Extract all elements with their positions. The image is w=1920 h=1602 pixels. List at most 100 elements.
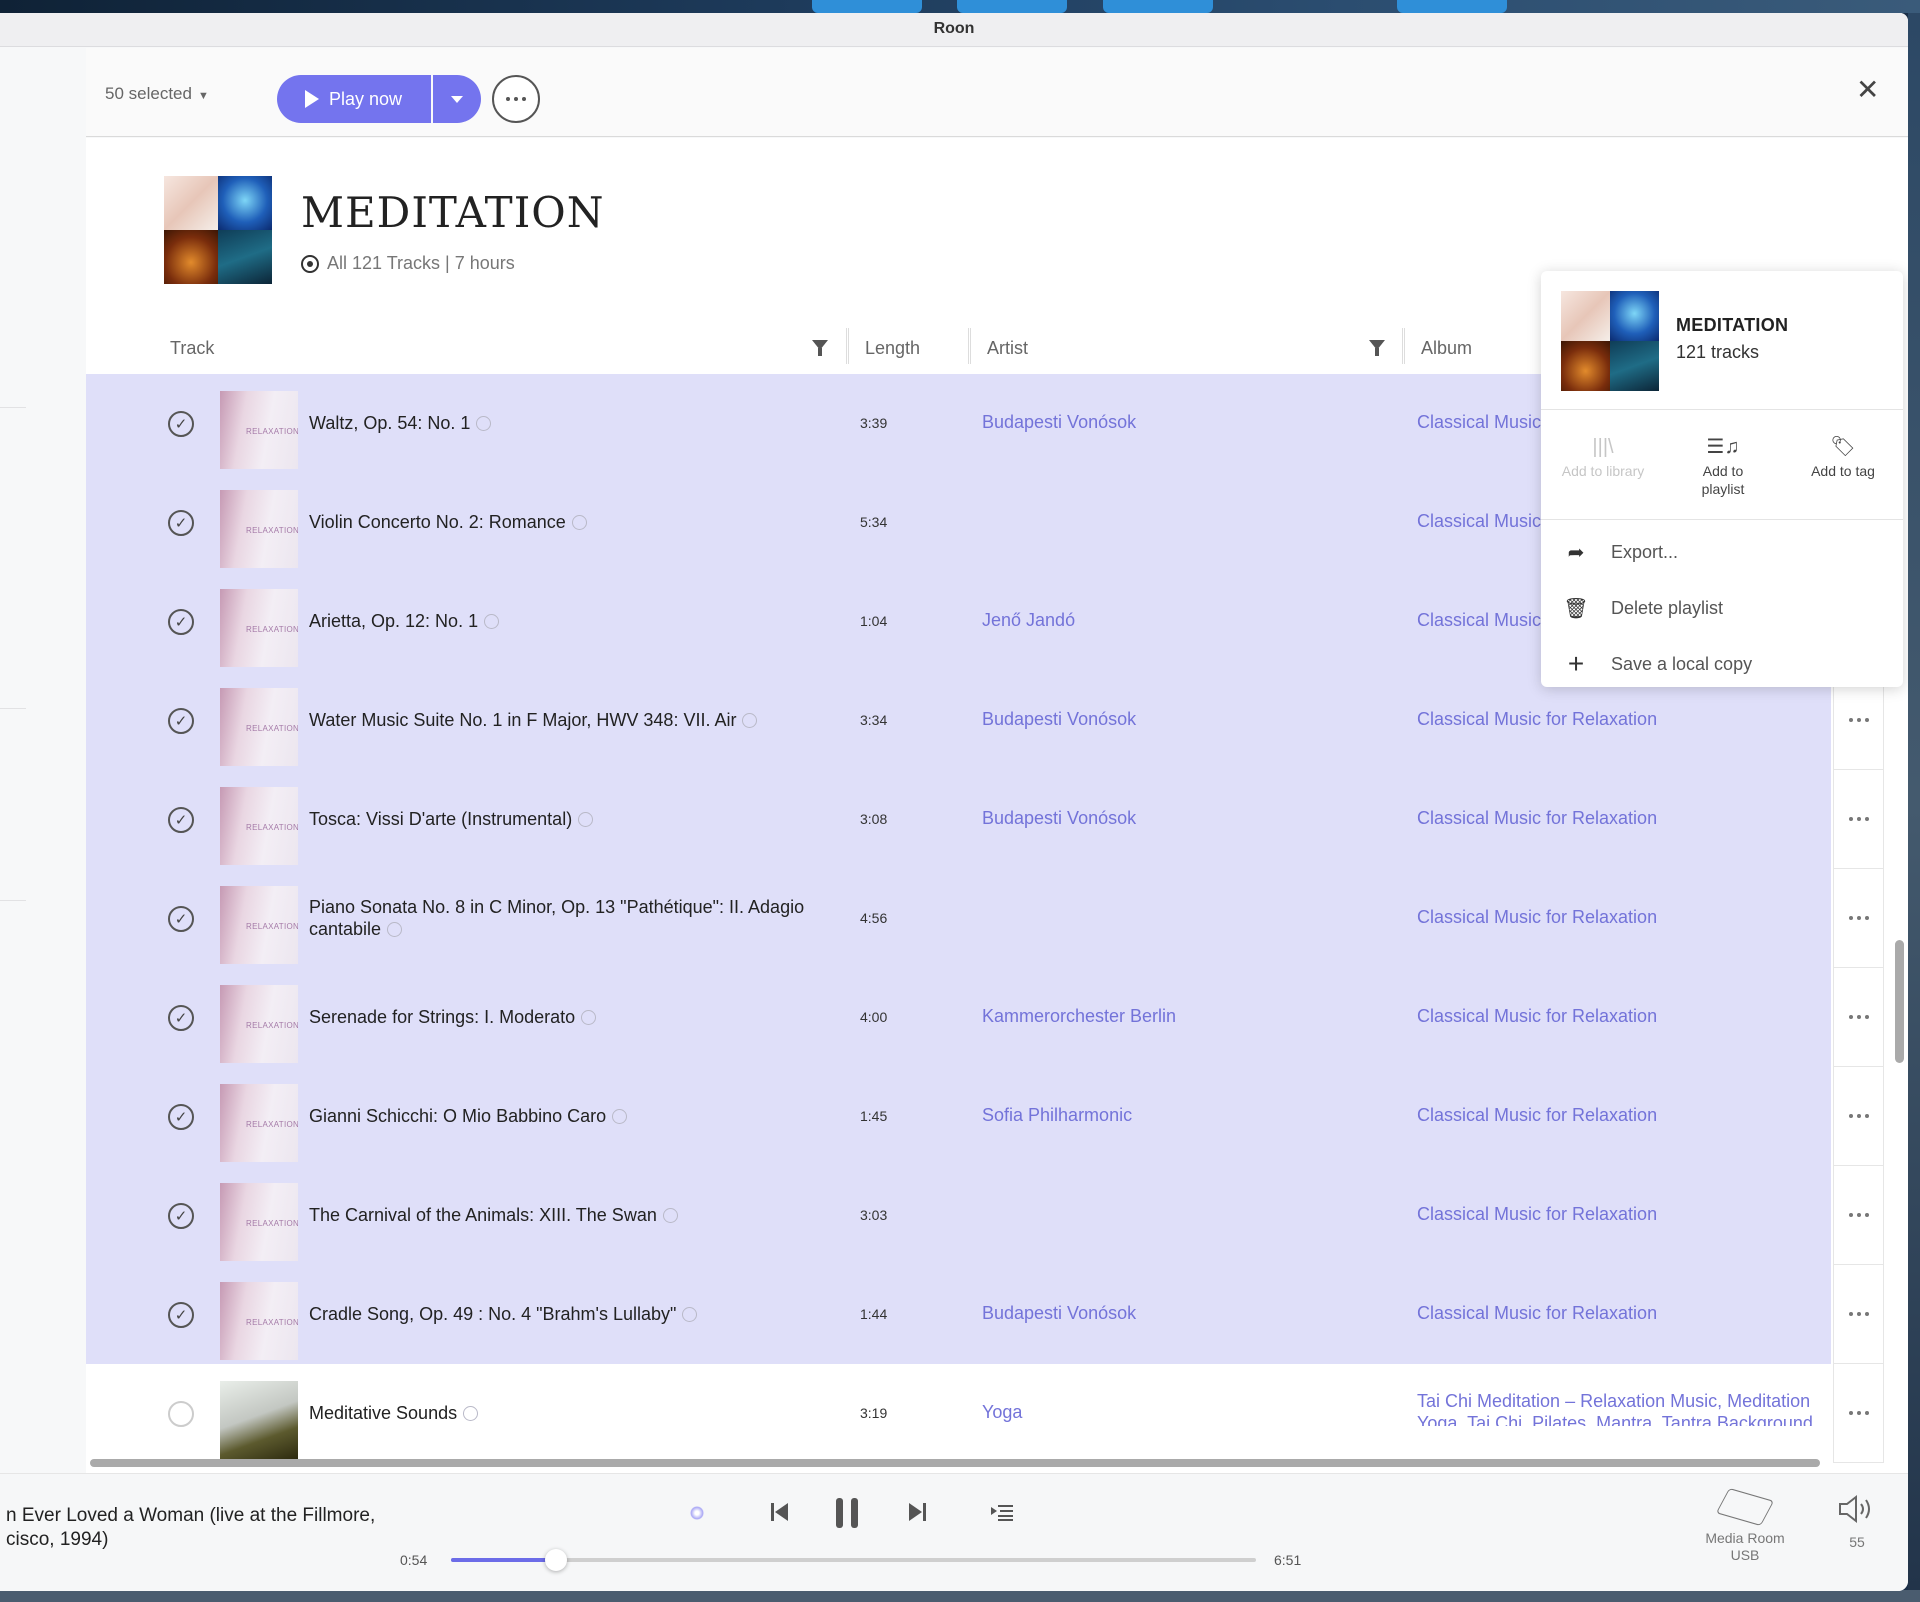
row-more-button[interactable] bbox=[1833, 1364, 1884, 1463]
selection-play-options-button[interactable] bbox=[433, 75, 481, 123]
seek-slider[interactable] bbox=[451, 1549, 1256, 1571]
track-artist-link[interactable]: Budapesti Vonósok bbox=[982, 1303, 1136, 1324]
column-header-album[interactable]: Album bbox=[1421, 338, 1472, 359]
track-info-icon[interactable] bbox=[581, 1010, 597, 1025]
track-artist-link[interactable]: Sofia Philharmonic bbox=[982, 1105, 1132, 1126]
track-info-icon[interactable] bbox=[682, 1307, 698, 1322]
table-row[interactable]: ✓ RELAXATION Cradle Song, Op. 49 : No. 4 "… bbox=[86, 1265, 1831, 1364]
track-album-link[interactable]: Classical Music for Relaxation bbox=[1417, 1303, 1831, 1324]
row-checkbox-checked[interactable]: ✓ bbox=[168, 609, 194, 635]
track-album-link[interactable]: Classical Music for Relaxation bbox=[1417, 1204, 1831, 1225]
track-artist-link[interactable]: Budapesti Vonósok bbox=[982, 808, 1136, 829]
track-info-icon[interactable] bbox=[463, 1406, 479, 1421]
queue-icon[interactable] bbox=[991, 1504, 1013, 1522]
row-checkbox-checked[interactable]: ✓ bbox=[168, 708, 194, 734]
row-more-button[interactable] bbox=[1833, 968, 1884, 1067]
selection-play-now-button[interactable]: Play now bbox=[277, 75, 431, 123]
track-title[interactable]: Violin Concerto No. 2: Romance bbox=[309, 511, 829, 533]
add-to-tag-button[interactable]: 🏷 Add to tag bbox=[1783, 436, 1903, 480]
filter-icon[interactable] bbox=[812, 340, 828, 356]
track-info-icon[interactable] bbox=[612, 1109, 628, 1124]
save-local-copy-menu-item[interactable]: + Save a local copy bbox=[1541, 641, 1903, 687]
add-to-playlist-button[interactable]: ☰♫ Add to playlist bbox=[1663, 436, 1783, 498]
track-info-icon[interactable] bbox=[484, 614, 500, 629]
track-info-icon[interactable] bbox=[742, 713, 758, 728]
track-album-link[interactable]: Classical Music for Relaxation bbox=[1417, 709, 1831, 730]
horizontal-scrollbar[interactable] bbox=[90, 1459, 1820, 1467]
column-header-length[interactable]: Length bbox=[865, 338, 920, 359]
row-checkbox-checked[interactable]: ✓ bbox=[168, 1302, 194, 1328]
row-checkbox-checked[interactable]: ✓ bbox=[168, 1104, 194, 1130]
track-title[interactable]: Gianni Schicchi: O Mio Babbino Caro bbox=[309, 1105, 829, 1127]
track-artist-link[interactable]: Kammerorchester Berlin bbox=[982, 1006, 1176, 1027]
selection-count-dropdown[interactable]: 50 selected ▼ bbox=[105, 84, 209, 104]
track-info-icon[interactable] bbox=[387, 922, 403, 937]
table-row[interactable]: ✓ RELAXATION Serenade for Strings: I. Mode… bbox=[86, 968, 1831, 1067]
track-info-icon[interactable] bbox=[571, 515, 587, 530]
column-header-artist[interactable]: Artist bbox=[987, 338, 1028, 359]
track-title[interactable]: Waltz, Op. 54: No. 1 bbox=[309, 412, 829, 434]
track-title[interactable]: Tosca: Vissi D'arte (Instrumental) bbox=[309, 808, 829, 830]
album-art: RELAXATION bbox=[220, 1084, 298, 1162]
row-checkbox[interactable] bbox=[168, 1401, 194, 1427]
track-title[interactable]: Water Music Suite No. 1 in F Major, HWV … bbox=[309, 709, 829, 731]
table-row[interactable]: ✓ RELAXATION The Carnival of the Animals: … bbox=[86, 1166, 1831, 1265]
table-row[interactable]: ✓ RELAXATION Gianni Schicchi: O Mio Babbin… bbox=[86, 1067, 1831, 1166]
track-title-text: Waltz, Op. 54: No. 1 bbox=[309, 413, 471, 433]
row-checkbox-checked[interactable]: ✓ bbox=[168, 1005, 194, 1031]
now-playing-title[interactable]: n Ever Loved a Woman (live at the Fillmo… bbox=[6, 1504, 386, 1552]
radiance-icon[interactable] bbox=[690, 1506, 704, 1520]
delete-playlist-label: Delete playlist bbox=[1611, 597, 1724, 618]
filter-icon[interactable] bbox=[1369, 340, 1385, 356]
row-checkbox-checked[interactable]: ✓ bbox=[168, 1203, 194, 1229]
track-title[interactable]: Cradle Song, Op. 49 : No. 4 "Brahm's Lul… bbox=[309, 1303, 829, 1325]
row-checkbox-checked[interactable]: ✓ bbox=[168, 411, 194, 437]
track-artist-link[interactable]: Jenő Jandó bbox=[982, 610, 1075, 631]
row-checkbox-checked[interactable]: ✓ bbox=[168, 906, 194, 932]
track-album-link[interactable]: Tai Chi Meditation – Relaxation Music, M… bbox=[1417, 1390, 1831, 1426]
next-track-icon[interactable] bbox=[907, 1502, 927, 1522]
export-menu-item[interactable]: ➦ Export... bbox=[1541, 529, 1903, 575]
track-album-link[interactable]: Classical Music for Relaxation bbox=[1417, 808, 1831, 829]
row-more-button[interactable] bbox=[1833, 869, 1884, 968]
row-more-button[interactable] bbox=[1833, 1067, 1884, 1166]
delete-playlist-menu-item[interactable]: 🗑 Delete playlist bbox=[1541, 585, 1903, 631]
row-checkbox-checked[interactable]: ✓ bbox=[168, 807, 194, 833]
column-resize-handle[interactable] bbox=[1402, 328, 1405, 364]
add-to-library-button[interactable]: |||\ Add to library bbox=[1543, 436, 1663, 480]
track-title[interactable]: Arietta, Op. 12: No. 1 bbox=[309, 610, 829, 632]
track-title[interactable]: Piano Sonata No. 8 in C Minor, Op. 13 "P… bbox=[309, 896, 829, 940]
track-title[interactable]: The Carnival of the Animals: XIII. The S… bbox=[309, 1204, 829, 1226]
table-row[interactable]: ✓ RELAXATION Tosca: Vissi D'arte (Instrume… bbox=[86, 770, 1831, 869]
track-info-icon[interactable] bbox=[578, 812, 594, 827]
track-album-link[interactable]: Classical Music for Relaxation bbox=[1417, 1105, 1831, 1126]
track-title[interactable]: Meditative Sounds bbox=[309, 1402, 829, 1424]
volume-control[interactable]: 55 bbox=[1826, 1494, 1888, 1550]
table-row[interactable]: ✓ RELAXATION Piano Sonata No. 8 in C Minor… bbox=[86, 869, 1831, 968]
track-title[interactable]: Serenade for Strings: I. Moderato bbox=[309, 1006, 829, 1028]
track-artist-link[interactable]: Budapesti Vonósok bbox=[982, 412, 1136, 433]
column-header-track[interactable]: Track bbox=[170, 338, 214, 359]
row-more-button[interactable] bbox=[1833, 770, 1884, 869]
track-artist-link[interactable]: Yoga bbox=[982, 1402, 1022, 1423]
row-more-button[interactable] bbox=[1833, 1265, 1884, 1364]
track-album-link[interactable]: Classical Music for Relaxation bbox=[1417, 907, 1831, 928]
pause-bar bbox=[851, 1498, 858, 1528]
elapsed-time: 0:54 bbox=[400, 1552, 428, 1568]
seek-handle[interactable] bbox=[545, 1549, 568, 1571]
row-checkbox-checked[interactable]: ✓ bbox=[168, 510, 194, 536]
track-info-icon[interactable] bbox=[476, 416, 492, 431]
column-resize-handle[interactable] bbox=[846, 328, 849, 364]
column-resize-handle[interactable] bbox=[968, 328, 971, 364]
vertical-scrollbar[interactable] bbox=[1895, 940, 1904, 1063]
zone-selector[interactable]: Media Room USB bbox=[1700, 1487, 1790, 1564]
track-artist-link[interactable]: Budapesti Vonósok bbox=[982, 709, 1136, 730]
pause-icon[interactable] bbox=[836, 1498, 860, 1528]
previous-track-icon[interactable] bbox=[770, 1502, 790, 1522]
table-row[interactable]: Meditative Sounds 3:19 Yoga Tai Chi Meditat… bbox=[86, 1364, 1831, 1463]
track-album-link[interactable]: Classical Music for Relaxation bbox=[1417, 1006, 1831, 1027]
selection-more-button[interactable] bbox=[492, 75, 540, 123]
track-info-icon[interactable] bbox=[662, 1208, 678, 1223]
row-more-button[interactable] bbox=[1833, 1166, 1884, 1265]
close-icon[interactable]: ✕ bbox=[1856, 76, 1879, 104]
